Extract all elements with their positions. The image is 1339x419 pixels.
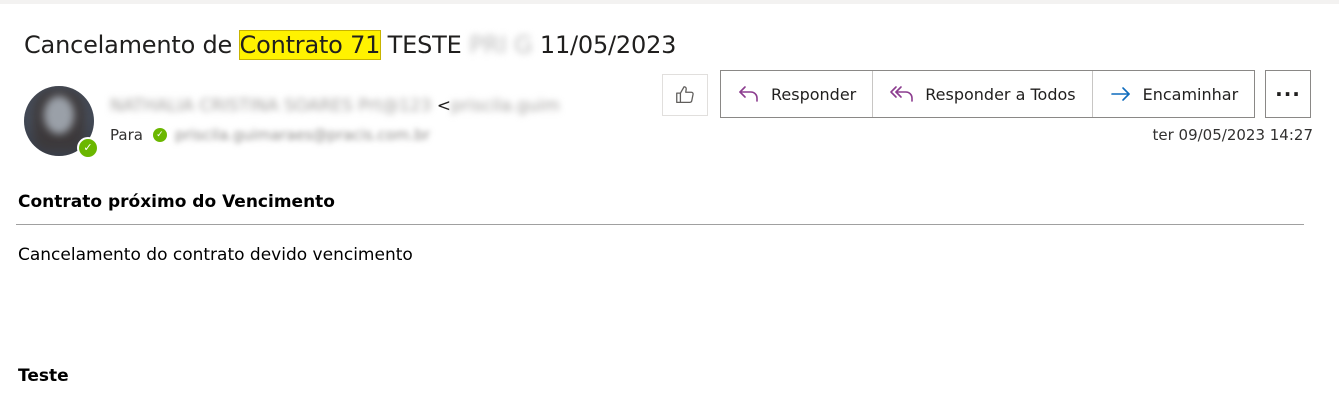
reply-all-icon bbox=[890, 86, 914, 102]
reply-label: Responder bbox=[771, 84, 857, 104]
forward-label: Encaminhar bbox=[1142, 84, 1239, 104]
forward-icon bbox=[1110, 87, 1130, 101]
sender[interactable]: NATHALIA CRISTINA SOARES Prt@123 <prisci… bbox=[110, 96, 560, 116]
body-divider bbox=[16, 224, 1304, 225]
like-button[interactable] bbox=[662, 74, 708, 116]
presence-available-icon: ✓ bbox=[77, 137, 99, 159]
recipient-presence-icon: ✓ bbox=[152, 128, 167, 142]
forward-button[interactable]: Encaminhar bbox=[1093, 71, 1255, 117]
sender-bracket: < bbox=[431, 96, 451, 116]
subject-date: 11/05/2023 bbox=[532, 31, 677, 59]
sender-email[interactable]: priscila.guim bbox=[451, 96, 560, 116]
body-footer-heading: Teste bbox=[18, 366, 69, 386]
reply-button[interactable]: Responder bbox=[721, 71, 874, 117]
thumbs-up-icon bbox=[676, 86, 694, 103]
more-actions-button[interactable]: ··· bbox=[1265, 70, 1311, 118]
subject-text: Cancelamento de bbox=[24, 31, 240, 59]
recipient-address[interactable]: priscila.guimaraes@pracis.com.br bbox=[175, 126, 430, 144]
more-icon: ··· bbox=[1275, 82, 1301, 106]
top-divider bbox=[0, 0, 1339, 4]
subject-redacted: PRI G bbox=[468, 31, 533, 59]
sender-name[interactable]: NATHALIA CRISTINA SOARES Prt@123 bbox=[110, 96, 431, 116]
reply-all-button[interactable]: Responder a Todos bbox=[873, 71, 1093, 117]
body-heading: Contrato próximo do Vencimento bbox=[18, 192, 335, 212]
email-subject: Cancelamento de Contrato 71 TESTE PRI G … bbox=[24, 28, 676, 62]
subject-highlight: Contrato 71 bbox=[238, 30, 382, 60]
recipient-row: Para ✓ priscila.guimaraes@pracis.com.br bbox=[110, 126, 430, 144]
message-actions: Responder Responder a Todos Encaminhar bbox=[720, 70, 1256, 118]
subject-text-middle: TESTE bbox=[380, 31, 469, 59]
message-date: ter 09/05/2023 14:27 bbox=[1152, 126, 1314, 144]
body-paragraph: Cancelamento do contrato devido vencimen… bbox=[18, 245, 413, 265]
reply-icon bbox=[739, 86, 758, 102]
reply-all-label: Responder a Todos bbox=[925, 84, 1076, 104]
to-label: Para bbox=[110, 126, 143, 144]
